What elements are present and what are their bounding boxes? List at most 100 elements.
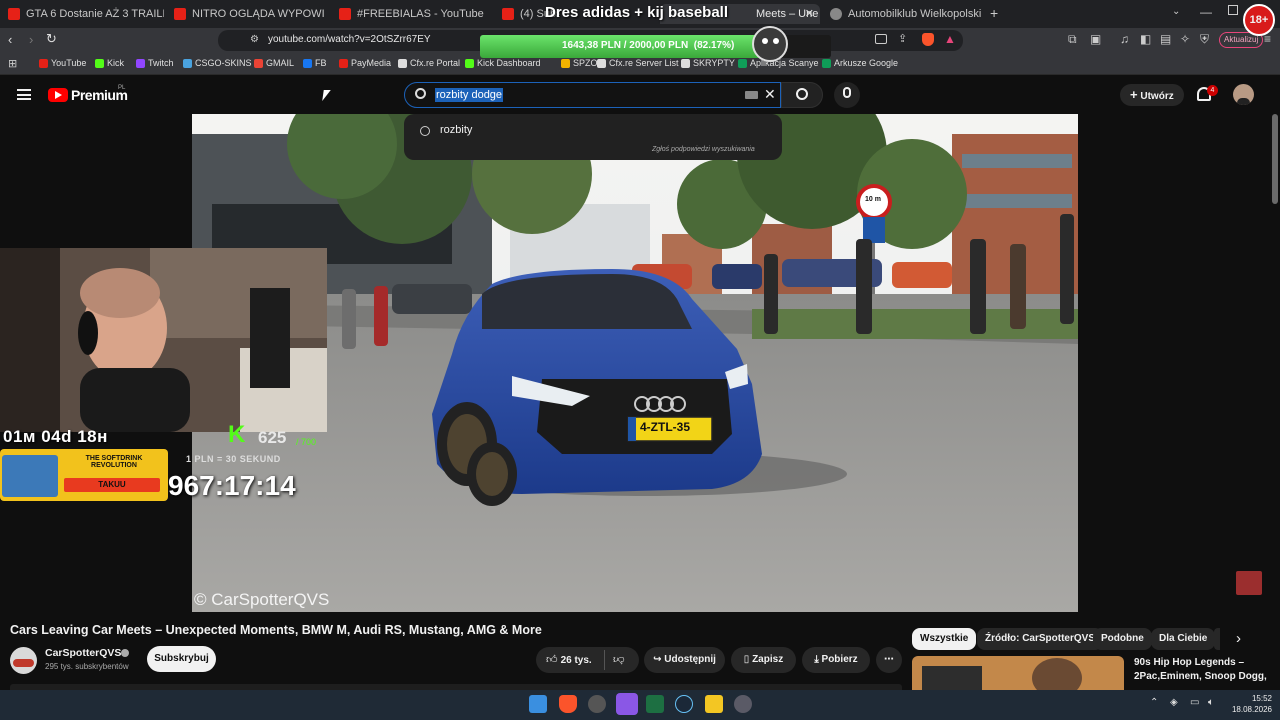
chip-all[interactable]: Wszystkie	[912, 628, 977, 650]
bookmark-skrypty[interactable]: SKRYPTY	[681, 57, 735, 70]
thumbs-up-icon: 👍︎	[546, 654, 558, 666]
subscribe-button[interactable]: Subskrybuj	[147, 646, 216, 672]
media-icon[interactable]: ♫	[1120, 32, 1129, 46]
overlay-thumbnail	[1236, 571, 1262, 595]
site-favicon-icon	[830, 8, 842, 20]
brave-rewards-icon[interactable]: ▲	[944, 32, 956, 46]
bookmark-label: CSGO-SKINS	[195, 58, 252, 68]
like-button[interactable]: 👍︎ 26 tys.	[546, 653, 592, 666]
bookmark-csgo-skins[interactable]: CSGO-SKINS	[183, 57, 252, 70]
browser-tab[interactable]: NITRO OGLĄDA WYPOWIEDŹ PRAW	[170, 4, 325, 24]
tray-overflow-icon[interactable]: ⌃	[1150, 697, 1158, 708]
chevron-down-icon[interactable]: ⌄	[1172, 6, 1180, 17]
search-box[interactable]: rozbity dodge ✕	[404, 82, 781, 108]
more-actions-button[interactable]: ⋯	[876, 647, 902, 673]
thumbs-down-icon: 👍︎	[613, 653, 625, 665]
sidebar-icon[interactable]: ▣	[1090, 32, 1101, 46]
obs-icon[interactable]	[734, 695, 752, 713]
channel-name[interactable]: CarSpotterQVS	[45, 647, 121, 659]
suggestion-item[interactable]: rozbity	[440, 124, 472, 136]
related-video-title-line1[interactable]: 90s Hip Hop Legends –	[1134, 657, 1244, 668]
chip-source-channel[interactable]: Źródło: CarSpotterQVS	[977, 628, 1104, 650]
minimize-icon[interactable]: —	[1200, 5, 1212, 19]
bookmark-label: YouTube	[51, 58, 87, 68]
cast-icon[interactable]	[875, 34, 887, 44]
hamburger-menu-icon[interactable]	[17, 89, 31, 100]
bookmark-arkusze-google[interactable]: Arkusze Google	[822, 57, 898, 70]
new-tab-icon[interactable]: +	[990, 6, 998, 20]
bookmark-kick[interactable]: Kick	[95, 57, 124, 70]
share-icon[interactable]: ⇪	[898, 32, 907, 45]
keyboard-icon[interactable]	[745, 91, 758, 99]
split-view-icon[interactable]: ◧	[1140, 32, 1151, 46]
bookmark-paymedia[interactable]: PayMedia	[339, 57, 391, 70]
windows-start-icon[interactable]	[529, 695, 547, 713]
donation-goal-title: Dres adidas + kij baseball	[545, 4, 729, 21]
bookmark-fb[interactable]: FB	[303, 57, 327, 70]
related-video-title-line2[interactable]: 2Pac,Eminem, Snoop Dogg,	[1134, 671, 1267, 682]
create-button[interactable]: + Utwórz	[1120, 84, 1184, 106]
bookmark-label: Cfx.re Server List	[609, 58, 679, 68]
bookmark-cfx-re-portal[interactable]: Cfx.re Portal	[398, 57, 460, 70]
subathon-timer-label: 01м 04d 18н	[3, 427, 108, 446]
close-tab-icon[interactable]: ✕	[805, 4, 814, 24]
brave-browser-icon[interactable]	[559, 695, 577, 713]
channel-avatar[interactable]	[10, 647, 37, 674]
search-icon	[420, 126, 430, 136]
clock-date[interactable]: 18.08.2026	[1224, 705, 1272, 714]
browser-tab[interactable]: Automobilklub Wielkopolski z Tor Po	[826, 4, 981, 24]
network-icon[interactable]: ▭	[1190, 697, 1199, 708]
report-suggestions-link[interactable]: Zgłoś podpowiedzi wyszukiwania	[652, 146, 755, 153]
youtube-logo-icon[interactable]	[48, 88, 68, 102]
discord-icon[interactable]	[616, 693, 638, 715]
bookmark-cfx-re-server-list[interactable]: Cfx.re Server List	[597, 57, 679, 70]
browser-tab[interactable]: #FREEBIALAS - YouTube	[335, 4, 490, 24]
sponsor-brand: TAKUU	[64, 478, 160, 492]
search-button[interactable]	[781, 82, 823, 108]
bookmark-favicon-icon	[738, 59, 747, 68]
steam-icon[interactable]	[675, 695, 693, 713]
bookmark-twitch[interactable]: Twitch	[136, 57, 174, 70]
bookmark-favicon-icon	[597, 59, 606, 68]
vpn-icon[interactable]: ⛨	[1200, 32, 1209, 47]
chevron-right-icon[interactable]: ›	[1236, 630, 1241, 647]
maximize-icon[interactable]	[1228, 5, 1238, 15]
chip-for-you[interactable]: Dla Ciebie	[1151, 628, 1216, 650]
clock-time[interactable]: 15:52	[1228, 694, 1272, 703]
file-explorer-icon[interactable]	[705, 695, 723, 713]
volume-icon[interactable]: 🔈︎	[1208, 697, 1214, 708]
scrollbar-thumb[interactable]	[1272, 114, 1278, 204]
bookmark-gmail[interactable]: GMAIL	[254, 57, 294, 70]
site-info-icon[interactable]: ⚙	[250, 34, 259, 45]
monkey-logo-icon	[752, 26, 788, 62]
related-video-thumbnail[interactable]	[912, 656, 1124, 690]
clear-search-icon[interactable]: ✕	[764, 86, 776, 103]
bookmark-kick-dashboard[interactable]: Kick Dashboard	[465, 57, 541, 70]
extensions-icon[interactable]: ⧉	[1068, 32, 1077, 47]
reload-icon[interactable]: ↻	[46, 31, 57, 47]
bookmark-label: Cfx.re Portal	[410, 58, 461, 68]
save-button[interactable]: ▯ Zapisz	[731, 647, 796, 673]
ai-icon[interactable]: ✧	[1180, 32, 1190, 46]
steelseries-icon[interactable]	[588, 695, 606, 713]
chip-similar[interactable]: Podobne	[1093, 628, 1152, 650]
excel-icon[interactable]	[646, 695, 664, 713]
bookmark-youtube[interactable]: YouTube	[39, 57, 86, 70]
search-input[interactable]: rozbity dodge	[435, 88, 504, 102]
browser-tab[interactable]: GTA 6 Dostanie AŻ 3 TRAILERY? — R	[4, 4, 164, 24]
forward-icon[interactable]: ›	[29, 32, 33, 47]
bookmark-label: Kick	[107, 58, 125, 68]
subscriber-count: 295 tys. subskrybentów	[45, 662, 129, 671]
share-button[interactable]: ↪ Udostępnij	[644, 647, 725, 673]
dislike-button[interactable]: 👍︎	[613, 653, 625, 666]
wallet-icon[interactable]: ▤	[1160, 32, 1171, 46]
voice-search-button[interactable]	[834, 82, 860, 108]
back-icon[interactable]: ‹	[8, 32, 12, 47]
apps-icon[interactable]: ⊞	[8, 57, 17, 70]
tray-app-icon[interactable]: ◈	[1170, 697, 1178, 708]
download-button[interactable]: ⤓ Pobierz	[802, 647, 870, 673]
url-text[interactable]: youtube.com/watch?v=2OtSZrr67EY	[268, 34, 431, 45]
avatar[interactable]	[1233, 84, 1254, 105]
bookmark-favicon-icon	[339, 59, 348, 68]
brave-shield-icon[interactable]	[922, 33, 934, 46]
